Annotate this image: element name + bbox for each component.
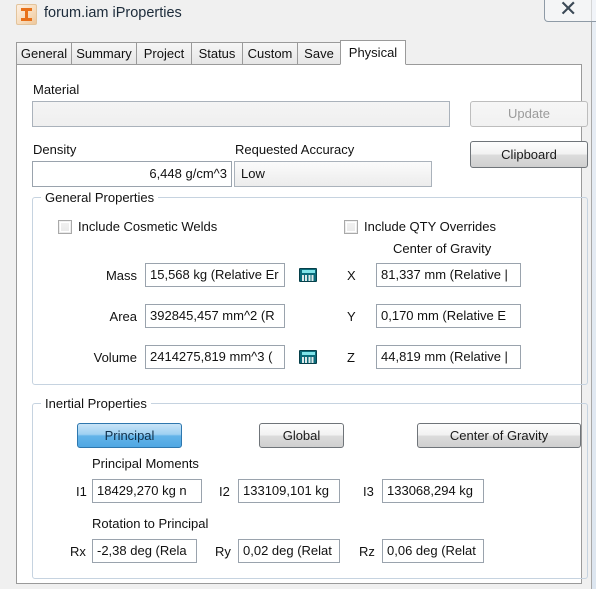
volume-calculator-icon[interactable] bbox=[299, 350, 317, 364]
i1-label: I1 bbox=[76, 484, 87, 499]
include-cosmetic-welds-checkbox[interactable] bbox=[58, 220, 72, 234]
rotation-to-principal-label: Rotation to Principal bbox=[92, 516, 209, 531]
area-label: Area bbox=[109, 309, 137, 324]
cog-x-label: X bbox=[347, 268, 356, 283]
ry-field[interactable]: 0,02 deg (Relat bbox=[238, 539, 340, 563]
i3-field[interactable]: 133068,294 kg bbox=[382, 479, 484, 503]
tab-status[interactable]: Status bbox=[191, 42, 243, 64]
requested-accuracy-label: Requested Accuracy bbox=[235, 142, 355, 157]
physical-tab-panel: Material Update Density 6,448 g/cm^3 Req… bbox=[16, 64, 588, 584]
density-field[interactable]: 6,448 g/cm^3 bbox=[32, 161, 232, 187]
rz-label: Rz bbox=[359, 544, 375, 559]
rx-field[interactable]: -2,38 deg (Rela bbox=[92, 539, 197, 563]
cog-y-label: Y bbox=[347, 309, 356, 324]
title-bar: forum.iam iProperties ✕ bbox=[0, 0, 596, 30]
mass-label: Mass bbox=[105, 268, 137, 283]
include-qty-overrides-checkbox[interactable] bbox=[344, 220, 358, 234]
mass-calculator-icon[interactable] bbox=[299, 268, 317, 282]
i2-label: I2 bbox=[219, 484, 230, 499]
center-of-gravity-button[interactable]: Center of Gravity bbox=[417, 423, 581, 448]
inventor-ibeam-icon bbox=[16, 4, 37, 25]
material-dropdown[interactable] bbox=[32, 101, 450, 127]
general-properties-group: General Properties Include Cosmetic Weld… bbox=[32, 190, 588, 385]
center-of-gravity-label: Center of Gravity bbox=[393, 241, 492, 256]
iproperties-dialog: forum.iam iProperties ✕ General Summary … bbox=[0, 0, 596, 589]
close-button[interactable]: ✕ bbox=[544, 0, 596, 22]
principal-moments-label: Principal Moments bbox=[92, 456, 199, 471]
i3-label: I3 bbox=[363, 484, 374, 499]
tab-custom[interactable]: Custom bbox=[242, 42, 298, 64]
include-cosmetic-welds-label: Include Cosmetic Welds bbox=[78, 219, 218, 234]
density-label: Density bbox=[33, 142, 77, 157]
ry-label: Ry bbox=[215, 544, 231, 559]
window-title: forum.iam iProperties bbox=[44, 5, 182, 21]
inertial-properties-group: Inertial Properties Principal Global Cen… bbox=[32, 396, 588, 579]
close-icon: ✕ bbox=[559, 0, 578, 21]
tab-physical[interactable]: Physical bbox=[340, 40, 406, 65]
tab-general[interactable]: General bbox=[16, 42, 72, 64]
cog-z-label: Z bbox=[347, 350, 355, 365]
inertial-properties-title: Inertial Properties bbox=[41, 396, 151, 411]
i2-field[interactable]: 133109,101 kg bbox=[238, 479, 340, 503]
principal-button[interactable]: Principal bbox=[77, 423, 182, 448]
volume-label: Volume bbox=[93, 350, 137, 365]
cog-y-field[interactable]: 0,170 mm (Relative E bbox=[376, 304, 521, 328]
tab-summary[interactable]: Summary bbox=[71, 42, 137, 64]
background-right-strip bbox=[592, 0, 596, 589]
mass-field[interactable]: 15,568 kg (Relative Er bbox=[145, 263, 285, 287]
tab-strip: General Summary Project Status Custom Sa… bbox=[16, 40, 582, 65]
global-button[interactable]: Global bbox=[259, 423, 344, 448]
cog-x-field[interactable]: 81,337 mm (Relative | bbox=[376, 263, 521, 287]
material-label: Material bbox=[33, 82, 80, 97]
include-qty-overrides-label: Include QTY Overrides bbox=[364, 219, 496, 234]
update-button[interactable]: Update bbox=[470, 101, 588, 127]
rx-label: Rx bbox=[70, 544, 86, 559]
general-properties-title: General Properties bbox=[41, 190, 159, 205]
area-field[interactable]: 392845,457 mm^2 (R bbox=[145, 304, 285, 328]
clipboard-button[interactable]: Clipboard bbox=[470, 141, 588, 168]
tab-save[interactable]: Save bbox=[297, 42, 341, 64]
requested-accuracy-dropdown[interactable]: Low bbox=[234, 161, 432, 187]
tab-project[interactable]: Project bbox=[136, 42, 192, 64]
i1-field[interactable]: 18429,270 kg n bbox=[92, 479, 202, 503]
cog-z-field[interactable]: 44,819 mm (Relative | bbox=[376, 345, 521, 369]
volume-field[interactable]: 2414275,819 mm^3 ( bbox=[145, 345, 285, 369]
rz-field[interactable]: 0,06 deg (Relat bbox=[382, 539, 484, 563]
